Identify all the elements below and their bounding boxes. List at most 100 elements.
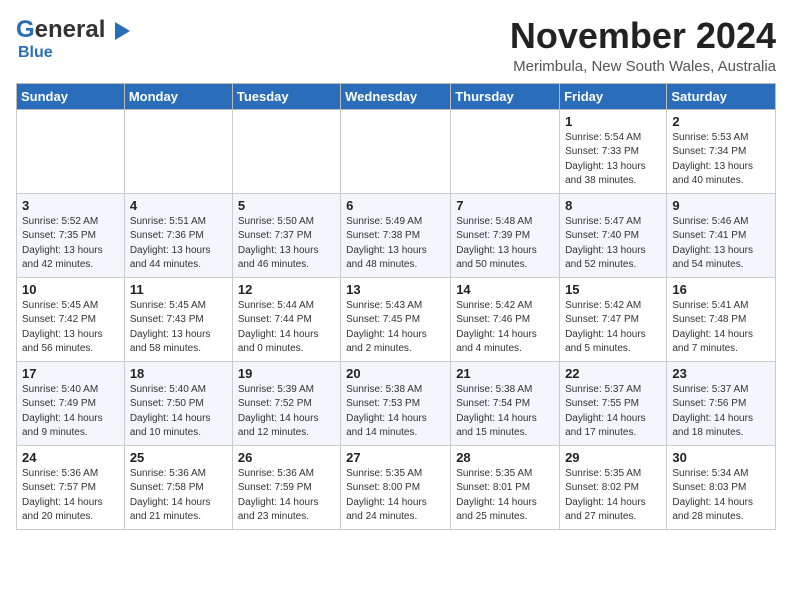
day-number: 27 <box>346 450 445 465</box>
calendar-cell: 11Sunrise: 5:45 AM Sunset: 7:43 PM Dayli… <box>124 277 232 361</box>
calendar-cell: 28Sunrise: 5:35 AM Sunset: 8:01 PM Dayli… <box>451 445 560 529</box>
calendar-cell: 26 Sunrise: 5:36 AM Sunset: 7:59 PM Dayli… <box>232 445 340 529</box>
title-area: November 2024 Merimbula, New South Wales… <box>510 16 776 75</box>
day-info: Sunrise: 5:48 AM Sunset: 7:39 PM Dayligh… <box>456 215 554 273</box>
day-number: 13 <box>346 282 445 297</box>
day-info: Sunrise: 5:36 AM Sunset: 7:57 PM Dayligh… <box>22 467 119 525</box>
month-title: November 2024 <box>510 16 776 56</box>
day-info: Sunrise: 5:47 AM Sunset: 7:40 PM Dayligh… <box>565 215 661 273</box>
day-info: Sunrise: 5:46 AM Sunset: 7:41 PM Dayligh… <box>672 215 770 273</box>
day-number: 26 <box>238 450 335 465</box>
logo-blue-text: Blue <box>18 44 53 61</box>
day-info: Sunrise: 5:38 AM Sunset: 7:54 PM Dayligh… <box>456 383 554 441</box>
day-number: 24 <box>22 450 119 465</box>
day-info: Sunrise: 5:41 AM Sunset: 7:48 PM Dayligh… <box>672 299 770 357</box>
day-number: 3 <box>22 198 119 213</box>
calendar-cell: 3 Sunrise: 5:52 AM Sunset: 7:35 PM Daylig… <box>17 193 125 277</box>
day-info: Sunrise: 5:35 AM Sunset: 8:01 PM Dayligh… <box>456 467 554 525</box>
calendar-cell: 23Sunrise: 5:37 AM Sunset: 7:56 PM Dayli… <box>667 361 776 445</box>
day-info: Sunrise: 5:39 AM Sunset: 7:52 PM Dayligh… <box>238 383 335 441</box>
day-info: Sunrise: 5:49 AM Sunset: 7:38 PM Dayligh… <box>346 215 445 273</box>
calendar-cell: 24 Sunrise: 5:36 AM Sunset: 7:57 PM Dayli… <box>17 445 125 529</box>
calendar-week-row: 1 Sunrise: 5:54 AM Sunset: 7:33 PM Daylig… <box>17 109 776 193</box>
day-number: 30 <box>672 450 770 465</box>
calendar-cell: 14Sunrise: 5:42 AM Sunset: 7:46 PM Dayli… <box>451 277 560 361</box>
day-number: 1 <box>565 114 661 129</box>
calendar-cell: 5 Sunrise: 5:50 AM Sunset: 7:37 PM Daylig… <box>232 193 340 277</box>
day-number: 19 <box>238 366 335 381</box>
day-number: 29 <box>565 450 661 465</box>
calendar-cell: 12 Sunrise: 5:44 AM Sunset: 7:44 PM Dayli… <box>232 277 340 361</box>
calendar-cell: 19 Sunrise: 5:39 AM Sunset: 7:52 PM Dayli… <box>232 361 340 445</box>
day-info: Sunrise: 5:45 AM Sunset: 7:43 PM Dayligh… <box>130 299 227 357</box>
weekday-header-friday: Friday <box>560 83 667 109</box>
calendar-cell: 7 Sunrise: 5:48 AM Sunset: 7:39 PM Daylig… <box>451 193 560 277</box>
calendar-table: SundayMondayTuesdayWednesdayThursdayFrid… <box>16 83 776 530</box>
calendar-cell <box>17 109 125 193</box>
weekday-header-tuesday: Tuesday <box>232 83 340 109</box>
day-info: Sunrise: 5:53 AM Sunset: 7:34 PM Dayligh… <box>672 131 770 189</box>
day-number: 25 <box>130 450 227 465</box>
day-number: 22 <box>565 366 661 381</box>
calendar-cell <box>341 109 451 193</box>
calendar-cell: 29Sunrise: 5:35 AM Sunset: 8:02 PM Dayli… <box>560 445 667 529</box>
calendar-cell: 22 Sunrise: 5:37 AM Sunset: 7:55 PM Dayli… <box>560 361 667 445</box>
day-number: 12 <box>238 282 335 297</box>
calendar-cell: 10Sunrise: 5:45 AM Sunset: 7:42 PM Dayli… <box>17 277 125 361</box>
calendar-week-row: 10Sunrise: 5:45 AM Sunset: 7:42 PM Dayli… <box>17 277 776 361</box>
day-info: Sunrise: 5:44 AM Sunset: 7:44 PM Dayligh… <box>238 299 335 357</box>
day-info: Sunrise: 5:50 AM Sunset: 7:37 PM Dayligh… <box>238 215 335 273</box>
day-info: Sunrise: 5:36 AM Sunset: 7:58 PM Dayligh… <box>130 467 227 525</box>
calendar-cell: 6 Sunrise: 5:49 AM Sunset: 7:38 PM Daylig… <box>341 193 451 277</box>
day-info: Sunrise: 5:40 AM Sunset: 7:49 PM Dayligh… <box>22 383 119 441</box>
day-number: 9 <box>672 198 770 213</box>
weekday-header-thursday: Thursday <box>451 83 560 109</box>
day-number: 17 <box>22 366 119 381</box>
calendar-cell: 8 Sunrise: 5:47 AM Sunset: 7:40 PM Daylig… <box>560 193 667 277</box>
day-number: 2 <box>672 114 770 129</box>
day-info: Sunrise: 5:45 AM Sunset: 7:42 PM Dayligh… <box>22 299 119 357</box>
calendar-cell: 17 Sunrise: 5:40 AM Sunset: 7:49 PM Dayli… <box>17 361 125 445</box>
day-number: 5 <box>238 198 335 213</box>
calendar-cell: 16 Sunrise: 5:41 AM Sunset: 7:48 PM Dayli… <box>667 277 776 361</box>
calendar-cell: 4Sunrise: 5:51 AM Sunset: 7:36 PM Daylig… <box>124 193 232 277</box>
day-info: Sunrise: 5:38 AM Sunset: 7:53 PM Dayligh… <box>346 383 445 441</box>
day-number: 20 <box>346 366 445 381</box>
page-header: General Blue November 2024 Merimbula, Ne… <box>16 16 776 75</box>
day-info: Sunrise: 5:43 AM Sunset: 7:45 PM Dayligh… <box>346 299 445 357</box>
day-number: 18 <box>130 366 227 381</box>
calendar-cell: 25 Sunrise: 5:36 AM Sunset: 7:58 PM Dayli… <box>124 445 232 529</box>
calendar-week-row: 17 Sunrise: 5:40 AM Sunset: 7:49 PM Dayli… <box>17 361 776 445</box>
weekday-header-saturday: Saturday <box>667 83 776 109</box>
day-info: Sunrise: 5:36 AM Sunset: 7:59 PM Dayligh… <box>238 467 335 525</box>
weekday-header-wednesday: Wednesday <box>341 83 451 109</box>
weekday-header-sunday: Sunday <box>17 83 125 109</box>
weekday-header-monday: Monday <box>124 83 232 109</box>
logo-general-text: General <box>16 16 130 44</box>
calendar-cell: 2 Sunrise: 5:53 AM Sunset: 7:34 PM Daylig… <box>667 109 776 193</box>
day-info: Sunrise: 5:54 AM Sunset: 7:33 PM Dayligh… <box>565 131 661 189</box>
day-number: 6 <box>346 198 445 213</box>
calendar-week-row: 3 Sunrise: 5:52 AM Sunset: 7:35 PM Daylig… <box>17 193 776 277</box>
calendar-cell: 20 Sunrise: 5:38 AM Sunset: 7:53 PM Dayli… <box>341 361 451 445</box>
day-info: Sunrise: 5:42 AM Sunset: 7:47 PM Dayligh… <box>565 299 661 357</box>
day-number: 15 <box>565 282 661 297</box>
calendar-body: 1 Sunrise: 5:54 AM Sunset: 7:33 PM Daylig… <box>17 109 776 529</box>
calendar-cell: 30Sunrise: 5:34 AM Sunset: 8:03 PM Dayli… <box>667 445 776 529</box>
calendar-cell: 18 Sunrise: 5:40 AM Sunset: 7:50 PM Dayli… <box>124 361 232 445</box>
day-info: Sunrise: 5:40 AM Sunset: 7:50 PM Dayligh… <box>130 383 227 441</box>
logo-triangle-icon <box>115 22 130 40</box>
day-number: 7 <box>456 198 554 213</box>
calendar-cell <box>124 109 232 193</box>
day-info: Sunrise: 5:37 AM Sunset: 7:55 PM Dayligh… <box>565 383 661 441</box>
day-info: Sunrise: 5:52 AM Sunset: 7:35 PM Dayligh… <box>22 215 119 273</box>
calendar-cell <box>451 109 560 193</box>
day-number: 21 <box>456 366 554 381</box>
location-subtitle: Merimbula, New South Wales, Australia <box>510 58 776 75</box>
logo: General Blue <box>16 16 130 62</box>
day-number: 8 <box>565 198 661 213</box>
day-number: 16 <box>672 282 770 297</box>
calendar-header-row: SundayMondayTuesdayWednesdayThursdayFrid… <box>17 83 776 109</box>
calendar-cell: 13 Sunrise: 5:43 AM Sunset: 7:45 PM Dayli… <box>341 277 451 361</box>
calendar-cell: 21 Sunrise: 5:38 AM Sunset: 7:54 PM Dayli… <box>451 361 560 445</box>
